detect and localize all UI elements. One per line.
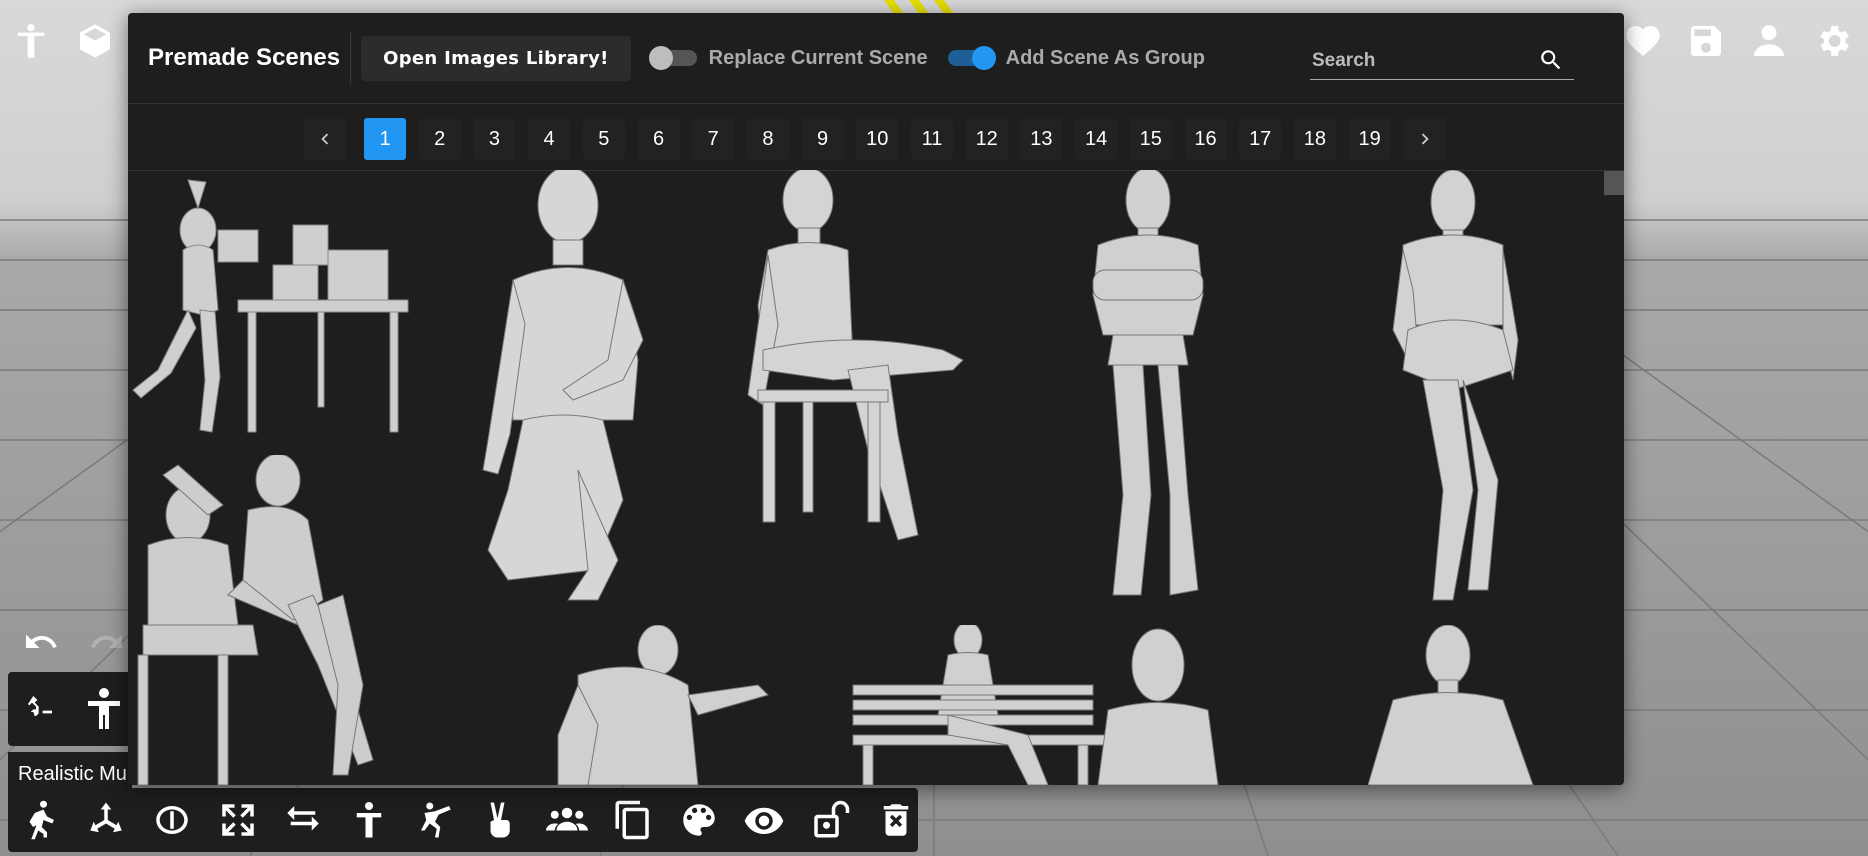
search-icon[interactable] [1538,47,1564,73]
scene-thumbnail[interactable] [728,170,1008,610]
next-page-button[interactable] [1404,118,1446,160]
redo-button[interactable] [84,624,130,660]
chevron-left-icon [321,133,329,145]
scene-thumbnail[interactable] [1068,170,1248,610]
save-icon[interactable] [1683,18,1729,64]
unlock-icon[interactable] [808,798,852,842]
page-5-button[interactable]: 5 [582,118,625,160]
toggle-knob [971,46,996,70]
premade-scenes-dialog: Premade Scenes Open Images Library! Repl… [128,13,1624,785]
axes-icon[interactable] [84,798,128,842]
pose-icon[interactable] [18,798,62,842]
toggle-track [648,46,697,70]
figure-icon[interactable] [80,682,128,741]
search-input[interactable] [1310,49,1534,73]
page-1-button[interactable]: 1 [364,118,406,160]
scene-thumbnail[interactable] [1088,625,1228,785]
open-images-library-button[interactable]: Open Images Library! [361,35,631,81]
expand-icon[interactable] [216,798,260,842]
toggle-knob [648,46,673,70]
scene-thumbnail[interactable] [1368,170,1548,610]
copy-icon[interactable] [611,798,655,842]
scene-thumbnail[interactable] [128,170,428,450]
undo-button[interactable] [18,624,64,660]
delete-icon[interactable] [874,798,918,842]
dialog-header: Premade Scenes Open Images Library! Repl… [128,13,1624,103]
rotate-icon[interactable] [150,798,194,842]
prev-page-button[interactable] [304,118,346,160]
toggle-track [947,46,996,70]
page-15-button[interactable]: 15 [1129,118,1172,160]
cube-icon[interactable] [72,18,118,64]
page-3-button[interactable]: 3 [473,118,516,160]
page-18-button[interactable]: 18 [1293,118,1336,160]
page-19-button[interactable]: 19 [1348,118,1391,160]
page-7-button[interactable]: 7 [692,118,735,160]
eye-icon[interactable] [742,798,786,842]
gear-icon[interactable] [1810,18,1856,64]
side-panel [8,672,132,746]
page-6-button[interactable]: 6 [637,118,680,160]
palette-icon[interactable] [677,798,721,842]
page-9-button[interactable]: 9 [801,118,844,160]
page-13-button[interactable]: 13 [1020,118,1063,160]
group-icon[interactable] [545,798,589,842]
bottom-toolbar [8,788,918,852]
page-16-button[interactable]: 16 [1184,118,1227,160]
scene-thumbnail[interactable] [468,170,668,610]
swap-icon[interactable] [281,798,325,842]
add-as-group-toggle[interactable]: Add Scene As Group [947,46,1205,70]
chevron-right-icon [1421,133,1429,145]
user-icon[interactable] [1746,18,1792,64]
replace-scene-label: Replace Current Scene [708,46,928,69]
page-17-button[interactable]: 17 [1239,118,1282,160]
page-14-button[interactable]: 14 [1075,118,1118,160]
scene-gallery [128,170,1624,785]
accessibility-icon[interactable] [8,18,54,64]
scene-thumbnail[interactable] [1367,624,1548,785]
search-box [1310,43,1574,80]
heart-icon[interactable] [1620,18,1666,64]
scrollbar-thumb[interactable] [1604,171,1624,195]
page-11-button[interactable]: 11 [911,118,953,160]
add-as-group-label: Add Scene As Group [1005,46,1205,69]
scene-thumbnail[interactable] [518,624,858,785]
page-4-button[interactable]: 4 [528,118,571,160]
pin-icon[interactable] [24,692,56,729]
page-8-button[interactable]: 8 [746,118,789,160]
scene-thumbnail[interactable] [128,453,428,785]
dialog-title: Premade Scenes [148,32,352,84]
page-2-button[interactable]: 2 [418,118,461,160]
figure-icon[interactable] [347,798,391,842]
replace-scene-toggle[interactable]: Replace Current Scene [648,46,928,70]
page-10-button[interactable]: 10 [856,118,899,160]
hazard-stripes [884,0,954,14]
pagination: 1 2 3 4 5 6 7 8 9 10 11 12 13 14 15 16 17 18 19 [128,103,1624,171]
page-12-button[interactable]: 12 [965,118,1008,160]
hand-peace-icon[interactable] [479,798,523,842]
kick-icon[interactable] [413,798,457,842]
